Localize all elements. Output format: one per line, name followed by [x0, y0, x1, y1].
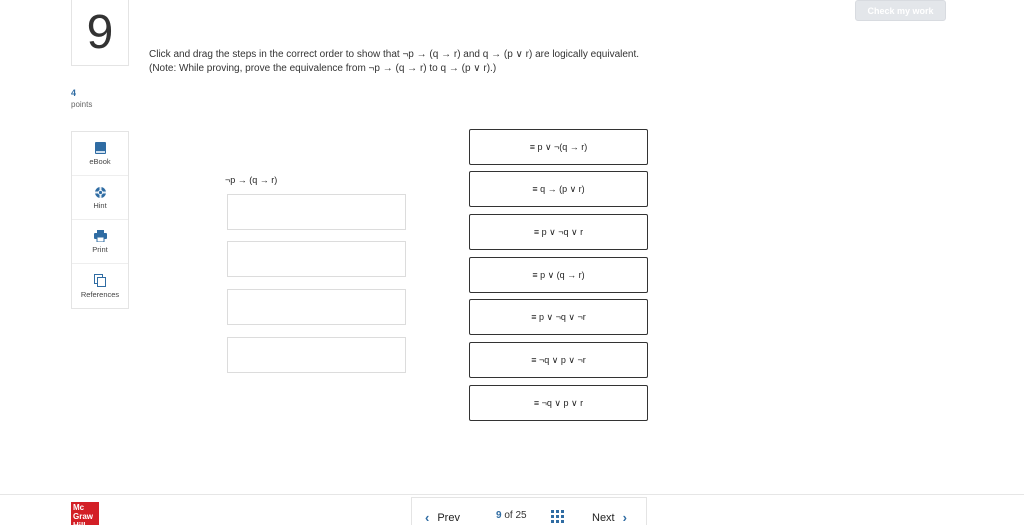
question-line-1: Click and drag the steps in the correct …: [149, 49, 640, 60]
tools-panel: eBook Hint Print References: [71, 131, 129, 309]
drop-slot-2[interactable]: [227, 241, 406, 277]
tool-hint-label: Hint: [93, 201, 107, 210]
proof-start-expression: ¬p → (q → r): [225, 175, 278, 185]
drop-slot-3[interactable]: [227, 289, 406, 325]
tool-print[interactable]: Print: [72, 220, 128, 264]
next-button[interactable]: Next ›: [592, 510, 627, 525]
drop-slot-4[interactable]: [227, 337, 406, 373]
references-icon: [94, 274, 106, 288]
prev-button[interactable]: ‹ Prev: [425, 510, 460, 525]
pagination: ‹ Prev 9 of 25 Next ›: [411, 497, 647, 525]
question-number: 9: [71, 0, 129, 66]
book-icon: [94, 141, 106, 155]
chevron-left-icon: ‹: [425, 510, 430, 525]
check-my-work-button[interactable]: Check my work: [855, 0, 946, 21]
next-label: Next: [592, 511, 615, 524]
grid-icon[interactable]: [551, 510, 564, 528]
lifebuoy-icon: [94, 185, 107, 199]
step-card[interactable]: ≡ ¬q ∨ p ∨ r: [469, 385, 648, 421]
step-card[interactable]: ≡ p ∨ (q → r): [469, 257, 648, 293]
step-card[interactable]: ≡ p ∨ ¬(q → r): [469, 129, 648, 165]
footer-divider: [0, 494, 1024, 495]
tool-references[interactable]: References: [72, 264, 128, 308]
page-indicator: 9 of 25: [496, 510, 527, 521]
step-card[interactable]: ≡ q → (p ∨ r): [469, 171, 648, 207]
drop-slot-1[interactable]: [227, 194, 406, 230]
tool-hint[interactable]: Hint: [72, 176, 128, 220]
tool-ebook-label: eBook: [89, 157, 111, 166]
tool-ebook[interactable]: eBook: [72, 132, 128, 176]
page-of-label: of: [504, 510, 513, 521]
total-pages: 25: [515, 510, 527, 521]
step-card[interactable]: ≡ p ∨ ¬q ∨ r: [469, 214, 648, 250]
tool-references-label: References: [80, 289, 120, 299]
prev-label: Prev: [437, 511, 460, 524]
question-prompt: Click and drag the steps in the correct …: [149, 48, 639, 76]
points-value: 4: [71, 88, 77, 98]
step-card[interactable]: ≡ ¬q ∨ p ∨ ¬r: [469, 342, 648, 378]
question-line-2: (Note: While proving, prove the equivale…: [149, 63, 497, 74]
tool-print-label: Print: [92, 245, 108, 254]
step-card[interactable]: ≡ p ∨ ¬q ∨ ¬r: [469, 299, 648, 335]
printer-icon: [93, 229, 107, 243]
mcgraw-hill-logo: Mc Graw Hill: [71, 502, 99, 525]
chevron-right-icon: ›: [622, 510, 627, 525]
current-page: 9: [496, 510, 502, 521]
points-label: points: [71, 100, 93, 109]
